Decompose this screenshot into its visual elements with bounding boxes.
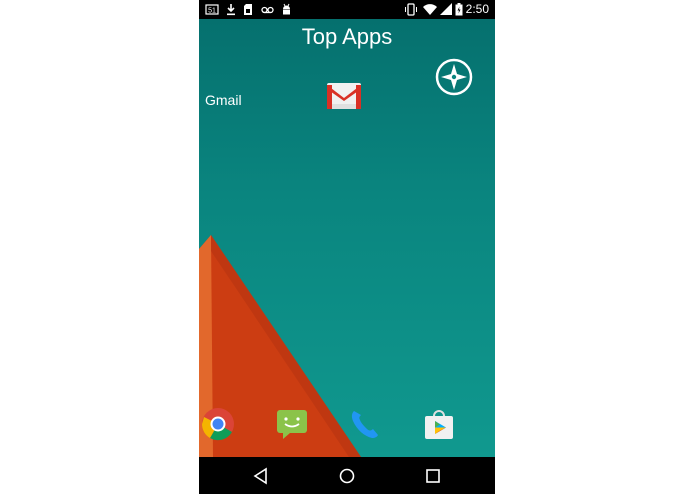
- home-screen: Top Apps Gmail: [199, 19, 495, 457]
- status-time: 2:50: [465, 2, 489, 16]
- gmail-label[interactable]: Gmail: [205, 92, 242, 108]
- navigation-bar: [199, 457, 495, 494]
- compass-icon[interactable]: [435, 58, 473, 96]
- phone-icon[interactable]: [348, 407, 382, 441]
- gmail-icon[interactable]: [327, 83, 361, 109]
- signal-icon: [440, 3, 452, 15]
- battery-icon: [455, 3, 463, 16]
- sim-icon: [244, 4, 252, 15]
- status-bar: 51 2:50: [199, 0, 495, 19]
- home-icon[interactable]: [337, 466, 357, 486]
- phone-screen: 51 2:50 Top Apps Gmail: [199, 0, 495, 494]
- notification-badge-icon: 51: [205, 4, 219, 15]
- page-title: Top Apps: [301, 24, 393, 49]
- chrome-icon[interactable]: [201, 407, 235, 441]
- recents-icon[interactable]: [423, 466, 443, 486]
- vibrate-icon: [405, 3, 417, 16]
- android-icon: [283, 3, 290, 15]
- download-icon: [227, 4, 235, 16]
- svg-text:51: 51: [208, 8, 216, 15]
- wifi-icon: [423, 4, 437, 15]
- back-icon[interactable]: [251, 466, 271, 486]
- messaging-icon[interactable]: [275, 407, 309, 441]
- play-store-icon[interactable]: [422, 407, 456, 441]
- voicemail-icon: [261, 6, 274, 14]
